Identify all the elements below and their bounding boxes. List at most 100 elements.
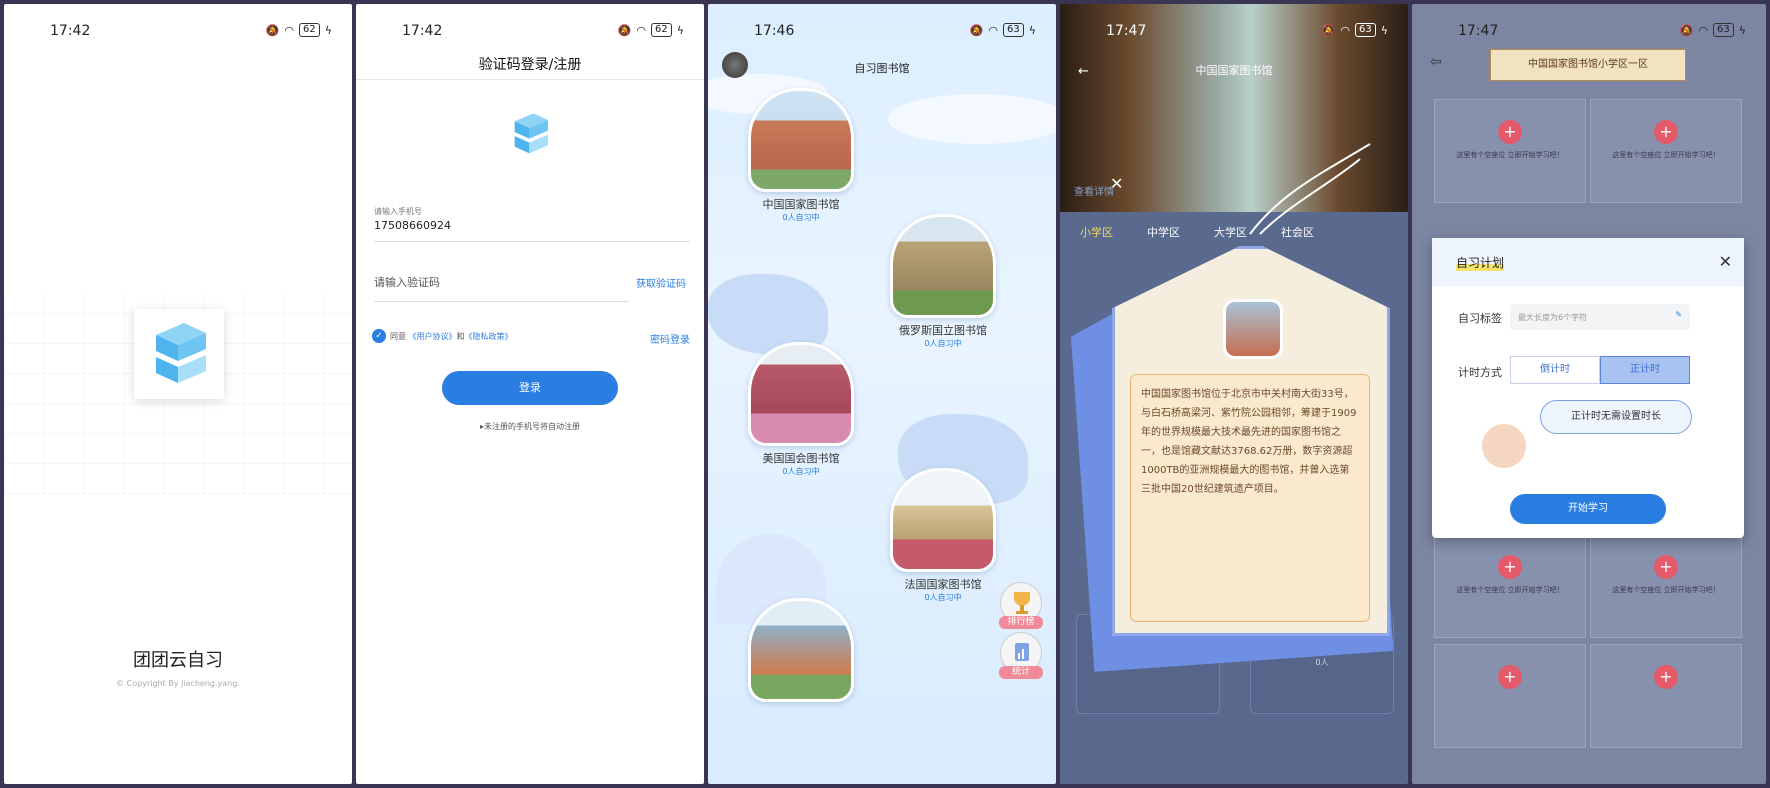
app-logo: [134, 309, 224, 399]
status-icons: 🔕 ◠ 63 ϟ: [1322, 23, 1388, 37]
close-icon[interactable]: ✕: [1110, 174, 1123, 193]
stats-button[interactable]: 统计: [999, 632, 1043, 679]
status-icons: 🔕 ◠ 63 ϟ: [1680, 23, 1746, 37]
timing-mode-toggle: 倒计时 正计时: [1510, 356, 1690, 384]
password-login-link[interactable]: 密码登录: [650, 331, 690, 346]
copyright: © Copyright By jiacheng.yang.: [116, 679, 240, 688]
trophy-icon: [1014, 592, 1030, 614]
charging-icon: ϟ: [1738, 23, 1746, 37]
empty-seat[interactable]: + 这里有个空座位 立即开始学习吧！: [1434, 99, 1586, 203]
status-bar: 17:47 🔕 ◠ 63 ϟ: [1060, 4, 1408, 54]
empty-seat[interactable]: + 这里有个空座位 立即开始学习吧！: [1590, 99, 1742, 203]
seat-text: 这里有个空座位 立即开始学习吧！: [1612, 151, 1720, 159]
status-bar: 17:47 🔕 ◠ 63 ϟ: [1412, 4, 1766, 54]
wifi-icon: ◠: [988, 23, 998, 37]
status-time: 17:47: [1106, 23, 1147, 39]
empty-seat[interactable]: +: [1434, 644, 1586, 748]
plus-icon: +: [1498, 555, 1522, 579]
study-plan-screen: 17:47 🔕 ◠ 63 ϟ ⇦ 中国国家图书馆小学区一区 + 这里有个空座位 立即开始…: [1412, 4, 1766, 784]
agreement-text: 同意 《用户协议》和《隐私政策》: [390, 331, 513, 342]
page-title: 验证码登录/注册: [478, 57, 582, 73]
privacy-link[interactable]: 《隐私政策》: [465, 332, 513, 341]
mute-icon: 🔕: [1321, 23, 1336, 37]
library-photo: [890, 468, 996, 572]
status-time: 17:46: [754, 23, 795, 39]
plus-icon: +: [1654, 665, 1678, 689]
plus-icon: +: [1498, 120, 1522, 144]
library-card-china[interactable]: 中国国家图书馆 0人自习中: [748, 88, 854, 223]
tab-middle[interactable]: 中学区: [1147, 224, 1180, 240]
login-screen: 17:42 🔕 ◠ 62 ϟ 验证码登录/注册 请输入手机号 17508660924 …: [356, 4, 704, 784]
seat-text: 这里有个空座位 立即开始学习吧！: [1456, 586, 1564, 594]
library-detail-screen: 17:47 🔕 ◠ 63 ϟ ← 中国国家图书馆 查看详情 小学区 中学区 大学区 社…: [1060, 4, 1408, 784]
wifi-icon: ◠: [1698, 23, 1708, 37]
library-title: 中国国家图书馆: [1195, 64, 1273, 77]
status-bar: 17:42 🔕 ◠ 62 ϟ: [4, 4, 352, 54]
edit-icon: ✎: [1675, 310, 1682, 319]
battery-level: 63: [1003, 23, 1024, 37]
seat-text: 这里有个空座位 立即开始学习吧！: [1612, 586, 1720, 594]
agree-checkbox[interactable]: ✓: [372, 329, 386, 343]
charging-icon: ϟ: [676, 23, 684, 37]
status-icons: 🔕 ◠ 63 ϟ: [970, 23, 1036, 37]
tag-input[interactable]: 最大长度为6个字符 ✎: [1510, 304, 1690, 330]
library-photo: [748, 598, 854, 702]
view-details-link[interactable]: 查看详情: [1074, 183, 1114, 198]
battery-level: 63: [1713, 23, 1734, 37]
library-card-next[interactable]: [748, 598, 854, 702]
cloud-decoration: [888, 94, 1056, 144]
library-card-russia[interactable]: 俄罗斯国立图书馆 0人自习中: [890, 214, 996, 349]
tab-primary[interactable]: 小学区: [1080, 224, 1113, 240]
mascot-avatar: [1482, 424, 1526, 468]
login-button[interactable]: 登录: [442, 371, 618, 405]
library-name: 中国国家图书馆: [762, 198, 840, 211]
empty-seat[interactable]: +: [1590, 644, 1742, 748]
get-code-button[interactable]: 获取验证码: [636, 275, 686, 290]
status-bar: 17:42 🔕 ◠ 62 ϟ: [356, 4, 704, 54]
library-thumbnail: [1223, 299, 1283, 359]
status-bar: 17:46 🔕 ◠ 63 ϟ: [708, 4, 1056, 54]
status-time: 17:47: [1458, 23, 1499, 39]
divider: [374, 301, 629, 302]
ranking-label: 排行榜: [999, 616, 1043, 629]
mute-icon: 🔕: [265, 23, 280, 37]
wifi-icon: ◠: [284, 23, 294, 37]
status-icons: 🔕 ◠ 62 ϟ: [618, 23, 684, 37]
mute-icon: 🔕: [1679, 23, 1694, 37]
empty-seat[interactable]: + 这里有个空座位 立即开始学习吧！: [1590, 534, 1742, 638]
battery-level: 62: [299, 23, 320, 37]
tag-label: 自习标签: [1458, 312, 1502, 325]
user-agreement-link[interactable]: 《用户协议》: [409, 332, 457, 341]
library-name: 俄罗斯国立图书馆: [899, 324, 987, 337]
and-label: 和: [456, 332, 465, 341]
ranking-button[interactable]: 排行榜: [999, 582, 1043, 629]
plus-icon: +: [1654, 120, 1678, 144]
close-icon[interactable]: ✕: [1719, 252, 1732, 271]
library-description: 中国国家图书馆位于北京市中关村南大街33号，与白石桥高梁河、紫竹院公园相邻，筹建…: [1130, 374, 1370, 622]
battery-level: 62: [651, 23, 672, 37]
code-input[interactable]: 请输入验证码: [374, 274, 440, 290]
chart-icon: [1015, 643, 1029, 661]
seat-text: 这里有个空座位 立即开始学习吧！: [1456, 151, 1564, 159]
divider: [356, 79, 704, 80]
plus-icon: +: [1654, 555, 1678, 579]
page-title: 自习图书馆: [854, 62, 910, 75]
empty-seat[interactable]: + 这里有个空座位 立即开始学习吧！: [1434, 534, 1586, 638]
study-count: 0人自习中: [782, 467, 820, 476]
charging-icon: ϟ: [1380, 23, 1388, 37]
mute-icon: 🔕: [617, 23, 632, 37]
countdown-option[interactable]: 倒计时: [1510, 356, 1600, 384]
library-card-france[interactable]: 法国国家图书馆 0人自习中: [890, 468, 996, 603]
app-name: 团团云自习: [133, 650, 223, 671]
phone-input[interactable]: 17508660924: [374, 219, 451, 232]
library-card-usa[interactable]: 美国国会图书馆 0人自习中: [748, 342, 854, 477]
plus-icon: +: [1498, 665, 1522, 689]
status-time: 17:42: [50, 23, 91, 39]
charging-icon: ϟ: [324, 23, 332, 37]
start-study-button[interactable]: 开始学习: [1510, 494, 1666, 524]
study-count: 0人自习中: [924, 339, 962, 348]
countup-option[interactable]: 正计时: [1600, 356, 1690, 384]
library-photo: [890, 214, 996, 318]
charging-icon: ϟ: [1028, 23, 1036, 37]
back-arrow-icon[interactable]: ⇦: [1430, 54, 1442, 70]
